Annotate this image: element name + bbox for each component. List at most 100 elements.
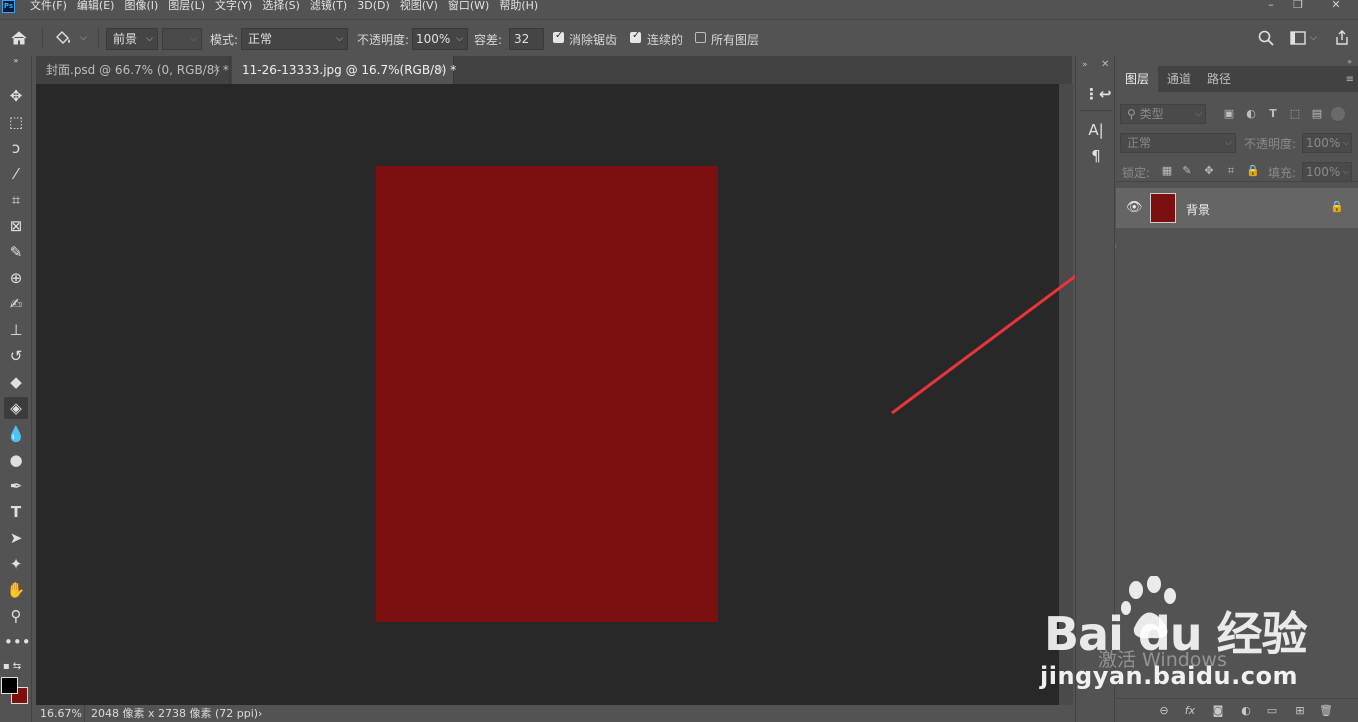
- menu-edit[interactable]: 编辑(E): [77, 0, 115, 14]
- custom-shape-tool-icon[interactable]: ✦: [4, 553, 28, 575]
- mode-dropdown[interactable]: 正常 ⌵: [241, 28, 348, 50]
- menu-3d[interactable]: 3D(D): [357, 0, 390, 14]
- tab-cover-psd[interactable]: 封面.psd @ 66.7% (0, RGB/8) * ×: [36, 56, 230, 84]
- crop-tool-icon[interactable]: ⌗: [4, 189, 28, 211]
- tolerance-input[interactable]: 32: [509, 28, 544, 50]
- menu-view[interactable]: 视图(V): [400, 0, 438, 14]
- pen-tool-icon[interactable]: ✒: [4, 475, 28, 497]
- zoom-tool-icon[interactable]: ⚲: [4, 605, 28, 627]
- menu-file[interactable]: 文件(F): [30, 0, 67, 14]
- eyedropper-tool-icon[interactable]: ✎: [4, 241, 28, 263]
- layer-name[interactable]: 背景: [1186, 201, 1210, 218]
- brush-tool-icon[interactable]: ✍: [4, 293, 28, 315]
- path-selection-tool-icon[interactable]: ➤: [4, 527, 28, 549]
- antialias-checkbox[interactable]: [553, 30, 564, 43]
- close-tab-icon[interactable]: ×: [437, 56, 445, 84]
- paragraph-panel-icon[interactable]: ¶: [1084, 144, 1108, 168]
- menu-type[interactable]: 文字(Y): [215, 0, 252, 14]
- fill-input[interactable]: 100% ⌵: [1302, 162, 1352, 182]
- new-layer-icon[interactable]: ⊞: [1292, 703, 1308, 719]
- history-panel-icon[interactable]: ⋮↩: [1084, 82, 1112, 106]
- filter-pixel-icon[interactable]: ▣: [1222, 107, 1236, 121]
- more-tools-icon[interactable]: •••: [4, 631, 31, 653]
- link-layers-icon[interactable]: ⊖: [1156, 703, 1172, 719]
- lock-all-icon[interactable]: 🔒: [1246, 164, 1260, 178]
- layer-filter-dropdown[interactable]: ⚲ 类型 ⌵: [1120, 104, 1206, 124]
- fx-icon[interactable]: fx: [1182, 703, 1198, 719]
- expand-panels-icon[interactable]: »: [1082, 60, 1088, 70]
- hand-tool-icon[interactable]: ✋: [4, 579, 28, 601]
- layer-opacity-input[interactable]: 100% ⌵: [1302, 133, 1352, 153]
- fill-source-dropdown[interactable]: 前景 ⌵: [106, 28, 158, 50]
- pattern-picker[interactable]: ⌵: [162, 28, 202, 50]
- filter-type-icon[interactable]: T: [1266, 107, 1280, 121]
- move-tool-icon[interactable]: ✥: [4, 85, 28, 107]
- lock-position-icon[interactable]: ✥: [1202, 164, 1216, 178]
- history-brush-tool-icon[interactable]: ↺: [4, 345, 28, 367]
- filter-shape-icon[interactable]: ⬚: [1288, 107, 1302, 121]
- add-mask-icon[interactable]: ◙: [1210, 703, 1226, 719]
- character-panel-icon[interactable]: A|: [1084, 118, 1108, 142]
- visibility-eye-icon[interactable]: 👁: [1126, 200, 1143, 215]
- tab-paths[interactable]: 路径: [1198, 66, 1240, 92]
- filter-adjustment-icon[interactable]: ◐: [1244, 107, 1258, 121]
- share-icon[interactable]: [1334, 20, 1354, 56]
- layer-lock-icon[interactable]: 🔒: [1330, 200, 1344, 213]
- tab-layers[interactable]: 图层: [1116, 66, 1159, 92]
- dodge-tool-icon[interactable]: ●: [4, 449, 28, 471]
- tab-channels[interactable]: 通道: [1158, 66, 1200, 92]
- lasso-tool-icon[interactable]: ↄ: [4, 137, 28, 159]
- menu-image[interactable]: 图像(I): [124, 0, 158, 14]
- filter-smart-object-icon[interactable]: ▤: [1310, 107, 1324, 121]
- status-arrow-icon[interactable]: ›: [258, 705, 262, 722]
- eraser-tool-icon[interactable]: ◆: [4, 371, 28, 393]
- document-image[interactable]: [376, 166, 718, 622]
- collapse-icon[interactable]: »: [4, 56, 28, 66]
- clone-stamp-tool-icon[interactable]: ⊥: [4, 319, 28, 341]
- frame-tool-icon[interactable]: ⊠: [4, 215, 28, 237]
- restore-button[interactable]: ❐: [1286, 0, 1310, 12]
- search-icon[interactable]: [1258, 20, 1278, 56]
- minimize-button[interactable]: –: [1259, 0, 1283, 12]
- panel-menu-icon[interactable]: ≡: [1346, 74, 1354, 85]
- home-icon[interactable]: [10, 20, 36, 56]
- close-tab-icon[interactable]: ×: [213, 56, 221, 84]
- all-layers-label: 所有图层: [711, 33, 760, 47]
- lock-transparent-icon[interactable]: ▦: [1160, 164, 1174, 178]
- lock-artboard-icon[interactable]: ⌗: [1224, 164, 1238, 178]
- menu-help[interactable]: 帮助(H): [499, 0, 538, 14]
- workspace-icon[interactable]: ⌵: [1290, 20, 1320, 56]
- panel-tabs: 图层 通道 路径 ≡: [1116, 66, 1358, 92]
- menu-select[interactable]: 选择(S): [262, 0, 300, 14]
- zoom-level[interactable]: 16.67%: [40, 705, 82, 722]
- tab-active-jpg[interactable]: 11-26-13333.jpg @ 16.7%(RGB/8) * ×: [232, 56, 456, 84]
- type-tool-icon[interactable]: T: [4, 501, 28, 523]
- swap-colors-icon[interactable]: ▪ ⇆: [0, 656, 24, 678]
- watermark-url: jingyan.baidu.com: [1040, 662, 1298, 690]
- photoshop-logo: Ps: [2, 0, 15, 13]
- layer-row-background[interactable]: 👁 背景 🔒: [1116, 188, 1358, 228]
- panel-collapse-icon[interactable]: »: [1347, 57, 1352, 66]
- opacity-input[interactable]: 100% ⌵: [412, 28, 468, 50]
- status-bar: 16.67% 2048 像素 x 2738 像素 (72 ppi) ›: [36, 705, 1073, 722]
- menu-layer[interactable]: 图层(L): [168, 0, 205, 14]
- delete-layer-icon[interactable]: 🗑: [1318, 703, 1334, 719]
- new-group-icon[interactable]: ▭: [1264, 703, 1280, 719]
- filter-toggle[interactable]: [1331, 107, 1345, 121]
- close-window-button[interactable]: ✕: [1324, 0, 1348, 12]
- blend-mode-dropdown[interactable]: 正常 ⌵: [1120, 133, 1236, 153]
- lock-image-icon[interactable]: ✎: [1180, 164, 1194, 178]
- paint-bucket-tool-icon[interactable]: ◈: [4, 397, 28, 419]
- blur-tool-icon[interactable]: 💧: [4, 423, 28, 445]
- marquee-tool-icon[interactable]: ⬚: [4, 111, 28, 133]
- all-layers-checkbox[interactable]: [695, 32, 706, 43]
- close-panels-icon[interactable]: ✕: [1101, 59, 1109, 70]
- foreground-color-swatch[interactable]: [1, 677, 18, 694]
- menu-filter[interactable]: 滤镜(T): [310, 0, 347, 14]
- magic-wand-tool-icon[interactable]: ⁄: [4, 163, 28, 185]
- menu-window[interactable]: 窗口(W): [448, 0, 489, 14]
- paint-bucket-preset-icon[interactable]: ⌵: [54, 20, 94, 56]
- healing-brush-tool-icon[interactable]: ⊕: [4, 267, 28, 289]
- adjustment-layer-icon[interactable]: ◐: [1238, 703, 1254, 719]
- contiguous-checkbox[interactable]: [630, 30, 641, 43]
